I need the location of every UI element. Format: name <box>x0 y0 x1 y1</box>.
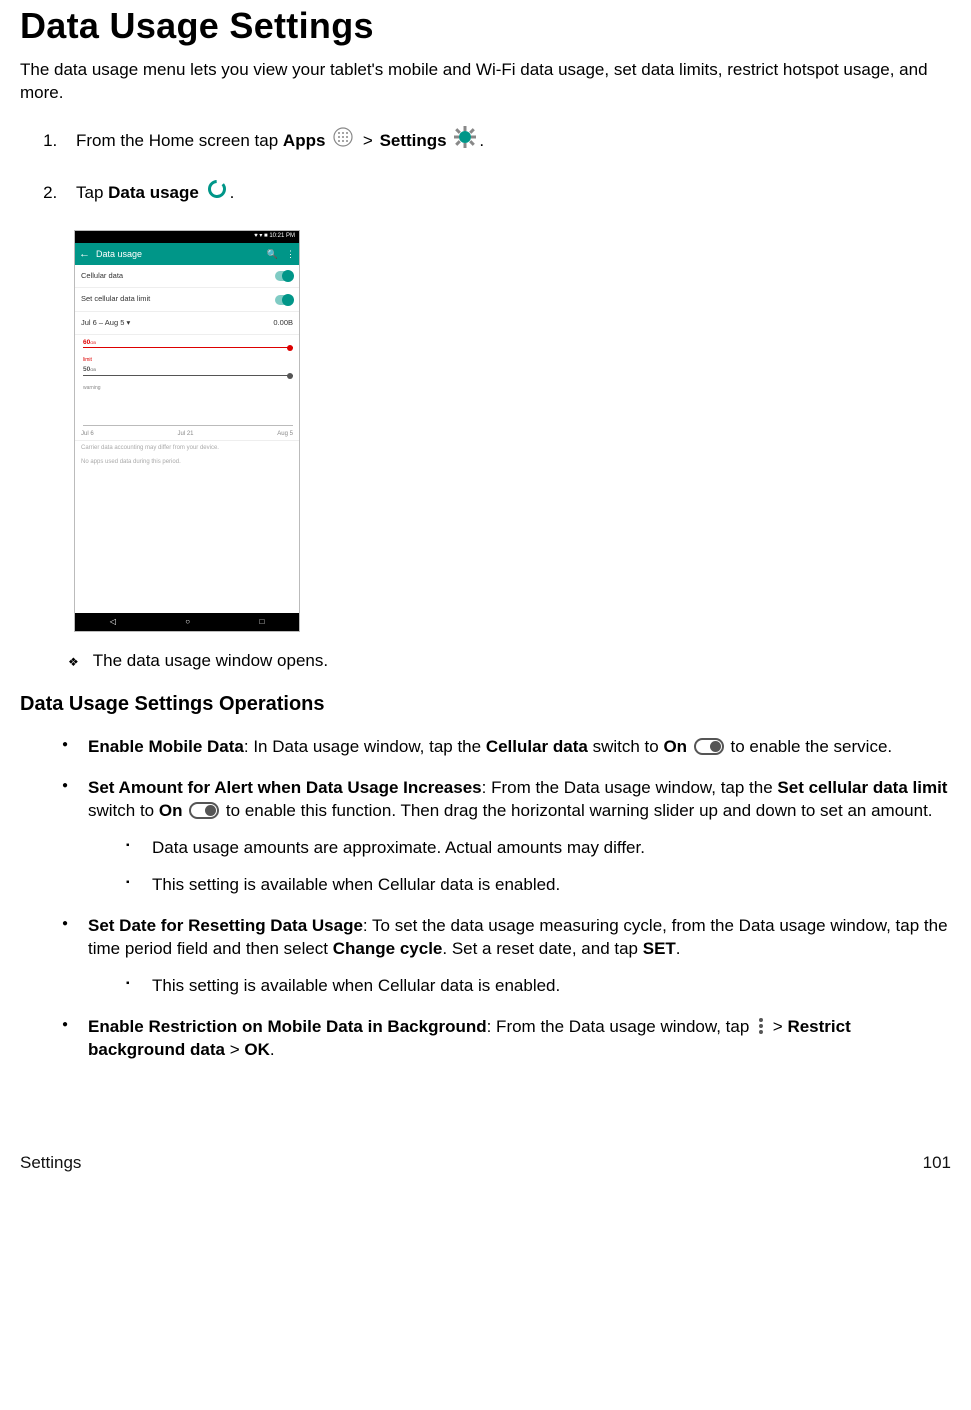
overflow-icon: ⋮ <box>286 249 295 259</box>
note-text: Carrier data accounting may differ from … <box>75 441 299 455</box>
slider-unit: GB <box>90 340 96 345</box>
search-icon: 🔍 <box>267 249 278 259</box>
intro-paragraph: The data usage menu lets you view your t… <box>20 59 951 105</box>
nav-bar: ◁ ○ □ <box>75 613 299 631</box>
operation-title: Enable Restriction on Mobile Data in Bac… <box>88 1017 487 1036</box>
period: . <box>676 939 681 958</box>
step-text: Tap <box>76 183 108 202</box>
sub-item: Data usage amounts are approximate. Actu… <box>126 837 951 860</box>
body-text: to enable the service. <box>726 737 892 756</box>
axis-label: Jul 21 <box>177 430 193 438</box>
body-text: switch to <box>88 801 159 820</box>
data-usage-icon <box>207 179 227 206</box>
separator: > <box>363 131 373 150</box>
cellular-data-row: Cellular data <box>75 265 299 288</box>
slider-label: warning <box>83 385 293 392</box>
apps-icon <box>333 127 353 154</box>
data-usage-label: Data usage <box>108 183 199 202</box>
period: . <box>270 1040 275 1059</box>
footer-page-number: 101 <box>923 1152 951 1175</box>
body-text: : From the Data usage window, tap <box>487 1017 754 1036</box>
screenshot-title: Data usage <box>96 248 142 260</box>
separator: > <box>773 1017 783 1036</box>
page-title: Data Usage Settings <box>20 2 951 51</box>
slider-unit: GB <box>90 367 96 372</box>
operation-title: Set Date for Resetting Data Usage <box>88 916 363 935</box>
result-item: The data usage window opens. <box>92 650 951 673</box>
operation-set-alert: Set Amount for Alert when Data Usage Inc… <box>62 777 951 897</box>
overflow-menu-icon <box>756 1016 766 1036</box>
operation-enable-mobile: Enable Mobile Data: In Data usage window… <box>62 736 951 759</box>
settings-label: Settings <box>380 131 447 150</box>
ui-label: Set cellular data limit <box>777 778 947 797</box>
slider-label: limit <box>83 357 293 364</box>
slider-handle <box>287 345 293 351</box>
screenshot-container: ♥ ▾ ■ 10:21 PM ← Data usage 🔍 ⋮ Cellular… <box>74 230 951 632</box>
operation-restrict-bg: Enable Restriction on Mobile Data in Bac… <box>62 1016 951 1062</box>
ui-label: On <box>663 737 687 756</box>
toggle-on-icon <box>189 802 219 819</box>
body-text: . Set a reset date, and tap <box>442 939 642 958</box>
phone-screenshot: ♥ ▾ ■ 10:21 PM ← Data usage 🔍 ⋮ Cellular… <box>74 230 300 632</box>
toggle-icon <box>275 295 293 305</box>
step-2: Tap Data usage . <box>62 179 951 208</box>
axis-label: Jul 6 <box>81 430 94 438</box>
steps-list: From the Home screen tap Apps > Settings… <box>62 126 951 208</box>
row-label: Set cellular data limit <box>81 294 150 304</box>
apps-label: Apps <box>283 131 326 150</box>
operations-list: Enable Mobile Data: In Data usage window… <box>62 736 951 1061</box>
status-time: 10:21 PM <box>269 233 295 239</box>
screenshot-header: ← Data usage 🔍 ⋮ <box>75 243 299 265</box>
sub-item: This setting is available when Cellular … <box>126 975 951 998</box>
date-range-row: Jul 6 – Aug 5 ▾ 0.00B <box>75 312 299 335</box>
period: . <box>230 183 235 202</box>
back-icon: ← <box>79 247 90 262</box>
ui-label: On <box>159 801 183 820</box>
set-limit-row: Set cellular data limit <box>75 288 299 311</box>
range-value: 0.00B <box>273 318 293 328</box>
nav-home-icon: ○ <box>185 617 190 628</box>
sub-list: Data usage amounts are approximate. Actu… <box>126 837 951 897</box>
body-text: : From the Data usage window, tap the <box>482 778 778 797</box>
ui-label: SET <box>643 939 676 958</box>
ui-label: OK <box>244 1040 270 1059</box>
period: . <box>479 131 484 150</box>
ui-label: Cellular data <box>486 737 588 756</box>
slider-handle <box>287 373 293 379</box>
body-text: to enable this function. Then drag the h… <box>221 801 932 820</box>
separator: > <box>230 1040 240 1059</box>
ui-label: Change cycle <box>333 939 443 958</box>
page-footer: Settings 101 <box>20 1152 951 1185</box>
operation-title: Set Amount for Alert when Data Usage Inc… <box>88 778 482 797</box>
slider-area: 60GB limit 50GB warning <box>75 335 299 428</box>
note-text: No apps used data during this period. <box>75 455 299 469</box>
dropdown-icon: ▾ <box>126 318 130 327</box>
range-label: Jul 6 – Aug 5 <box>81 318 124 327</box>
body-text: switch to <box>588 737 664 756</box>
footer-section: Settings <box>20 1152 81 1175</box>
axis-label: Aug 5 <box>277 430 293 438</box>
axis-labels: Jul 6 Jul 21 Aug 5 <box>75 428 299 441</box>
operation-reset-date: Set Date for Resetting Data Usage: To se… <box>62 915 951 998</box>
step-text: From the Home screen tap <box>76 131 283 150</box>
result-list: The data usage window opens. <box>92 650 951 673</box>
status-bar: ♥ ▾ ■ 10:21 PM <box>75 231 299 243</box>
step-1: From the Home screen tap Apps > Settings… <box>62 126 951 157</box>
toggle-icon <box>275 271 293 281</box>
body-text: : In Data usage window, tap the <box>244 737 486 756</box>
toggle-on-icon <box>694 738 724 755</box>
sub-item: This setting is available when Cellular … <box>126 874 951 897</box>
sub-list: This setting is available when Cellular … <box>126 975 951 998</box>
operation-title: Enable Mobile Data <box>88 737 244 756</box>
settings-icon <box>454 126 476 155</box>
nav-back-icon: ◁ <box>110 617 116 628</box>
nav-recent-icon: □ <box>259 617 264 628</box>
section-heading: Data Usage Settings Operations <box>20 691 951 718</box>
row-label: Cellular data <box>81 271 123 281</box>
